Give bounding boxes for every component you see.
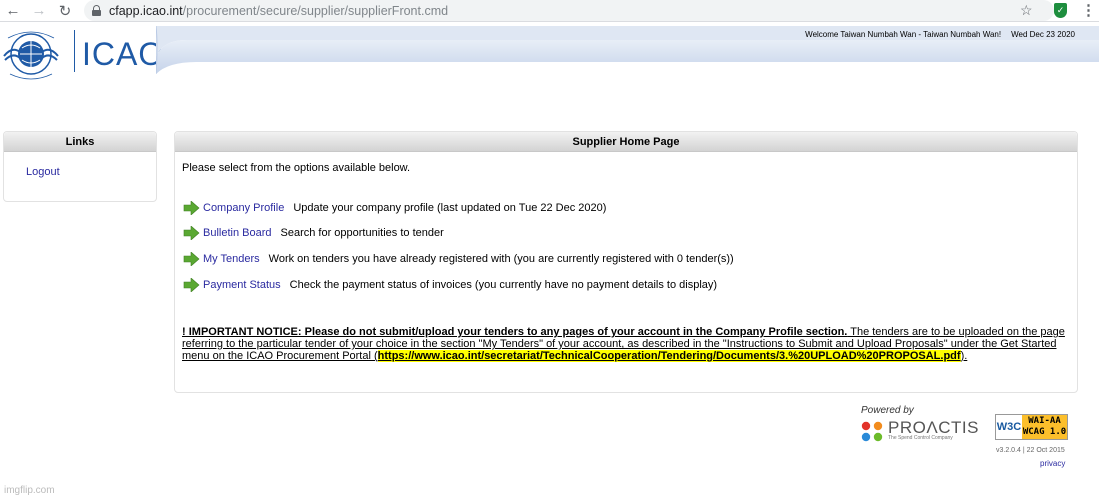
option-company-profile: Company Profile Update your company prof… — [183, 201, 606, 215]
notice-heading: ! IMPORTANT NOTICE: Please do not submit… — [182, 326, 848, 338]
option-my-tenders: My Tenders Work on tenders you have alre… — [183, 252, 734, 266]
bulletin-board-link[interactable]: Bulletin Board — [203, 227, 272, 239]
url-path: /procurement/secure/supplier/supplierFro… — [182, 3, 449, 18]
lock-icon — [92, 5, 101, 16]
imgflip-watermark: imgflip.com — [4, 485, 55, 496]
important-notice: ! IMPORTANT NOTICE: Please do not submit… — [182, 326, 1070, 362]
browser-menu-icon[interactable]: ⋮ — [1081, 1, 1096, 19]
notice-end: ). — [960, 350, 968, 362]
current-date: Wed Dec 23 2020 — [1011, 30, 1075, 39]
wai-aa-line1: WAI-AA — [1028, 416, 1061, 426]
my-tenders-link[interactable]: My Tenders — [203, 253, 260, 265]
green-arrow-icon — [183, 226, 200, 240]
extension-shield-icon[interactable]: ✓ — [1054, 3, 1067, 18]
proposal-url-link[interactable]: https://www.icao.int/secretariat/Technic… — [377, 350, 961, 362]
intro-text: Please select from the options available… — [182, 162, 411, 174]
welcome-text: Welcome Taiwan Numbah Wan - Taiwan Numba… — [805, 30, 1002, 39]
main-panel-title: Supplier Home Page — [175, 132, 1077, 152]
green-arrow-icon — [183, 201, 200, 215]
option-payment-status: Payment Status Check the payment status … — [183, 278, 717, 292]
logo-divider — [74, 30, 75, 72]
green-arrow-icon — [183, 278, 200, 292]
links-panel: Links Logout — [3, 131, 157, 202]
company-profile-link[interactable]: Company Profile — [203, 202, 284, 214]
logout-link[interactable]: Logout — [26, 166, 60, 178]
icao-emblem-logo — [3, 31, 59, 80]
bulletin-board-desc: Search for opportunities to tender — [280, 227, 444, 239]
green-arrow-icon — [183, 252, 200, 266]
company-profile-desc: Update your company profile (last update… — [293, 202, 607, 214]
wai-aa-label: WAI-AA WCAG 1.0 — [1022, 415, 1067, 439]
payment-status-desc: Check the payment status of invoices (yo… — [289, 279, 718, 291]
links-panel-title: Links — [4, 132, 156, 152]
w3c-logo: W3C — [996, 415, 1022, 439]
welcome-message: Welcome Taiwan Numbah Wan - Taiwan Numba… — [795, 30, 1075, 39]
version-info: v3.2.0.4 | 22 Oct 2015 — [996, 447, 1065, 454]
supplier-home-panel: Supplier Home Page Please select from th… — [174, 131, 1078, 393]
icao-logo-text: ICAO — [82, 36, 165, 72]
w3c-wai-aa-badge[interactable]: W3C WAI-AA WCAG 1.0 — [995, 414, 1068, 440]
reload-icon[interactable]: ↻ — [52, 0, 78, 22]
option-bulletin-board: Bulletin Board Search for opportunities … — [183, 226, 444, 240]
payment-status-link[interactable]: Payment Status — [203, 279, 281, 291]
proactis-tagline: The Spend Control Company — [888, 435, 953, 441]
bookmark-star-icon[interactable]: ☆ — [1020, 2, 1033, 19]
my-tenders-desc: Work on tenders you have already registe… — [268, 253, 734, 265]
privacy-link[interactable]: privacy — [1040, 459, 1065, 468]
wai-aa-line2: WCAG 1.0 — [1022, 427, 1067, 437]
powered-by-label: Powered by — [861, 405, 914, 416]
back-arrow-icon[interactable]: ← — [0, 0, 26, 22]
address-bar[interactable]: cfapp.icao.int/procurement/secure/suppli… — [84, 0, 1054, 21]
forward-arrow-icon[interactable]: → — [26, 0, 52, 22]
url-host: cfapp.icao.int — [109, 3, 183, 18]
